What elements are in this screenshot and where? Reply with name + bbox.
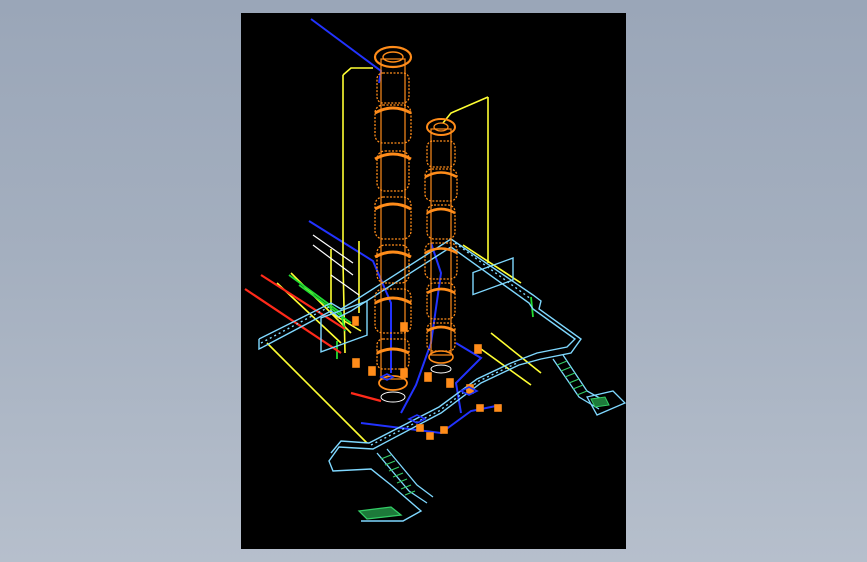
cad-viewer-window [0,0,867,562]
white-pipe-group [312,234,360,296]
platform-main-outline [258,238,582,522]
red-pipe-2 [260,274,346,330]
yellow-pipe-top-run [342,67,373,76]
column-short-rings [424,171,458,333]
cad-drawing [244,18,626,522]
platform-rail-right [454,242,532,300]
stair-right-landing-fill [590,396,610,408]
column-short-top-inner [433,122,449,132]
column-tall-top-cap [373,45,413,69]
drawing-viewport[interactable] [241,13,626,549]
stair-left-stringer-a [376,452,428,504]
stair-left-treads [380,454,416,496]
column-tall [373,45,413,391]
column-tall-rings [374,106,412,355]
platform-railings [258,238,582,522]
stair-left [357,448,434,520]
stair-right [552,354,626,416]
yellow-pipe-left-riser [342,75,346,354]
column-short [424,118,458,364]
yellow-pipe-diag-6 [462,244,522,284]
yellow-pipe-right-top [442,96,489,124]
platform-box-right [472,257,514,296]
stair-right-treads [556,360,588,396]
red-pipe-3 [350,391,382,403]
column-tall-top-inner [382,51,404,63]
stair-left-landing [357,506,403,520]
column-short-base [428,350,454,364]
platform-front-edge [258,339,264,351]
white-pipe-3 [330,274,360,296]
